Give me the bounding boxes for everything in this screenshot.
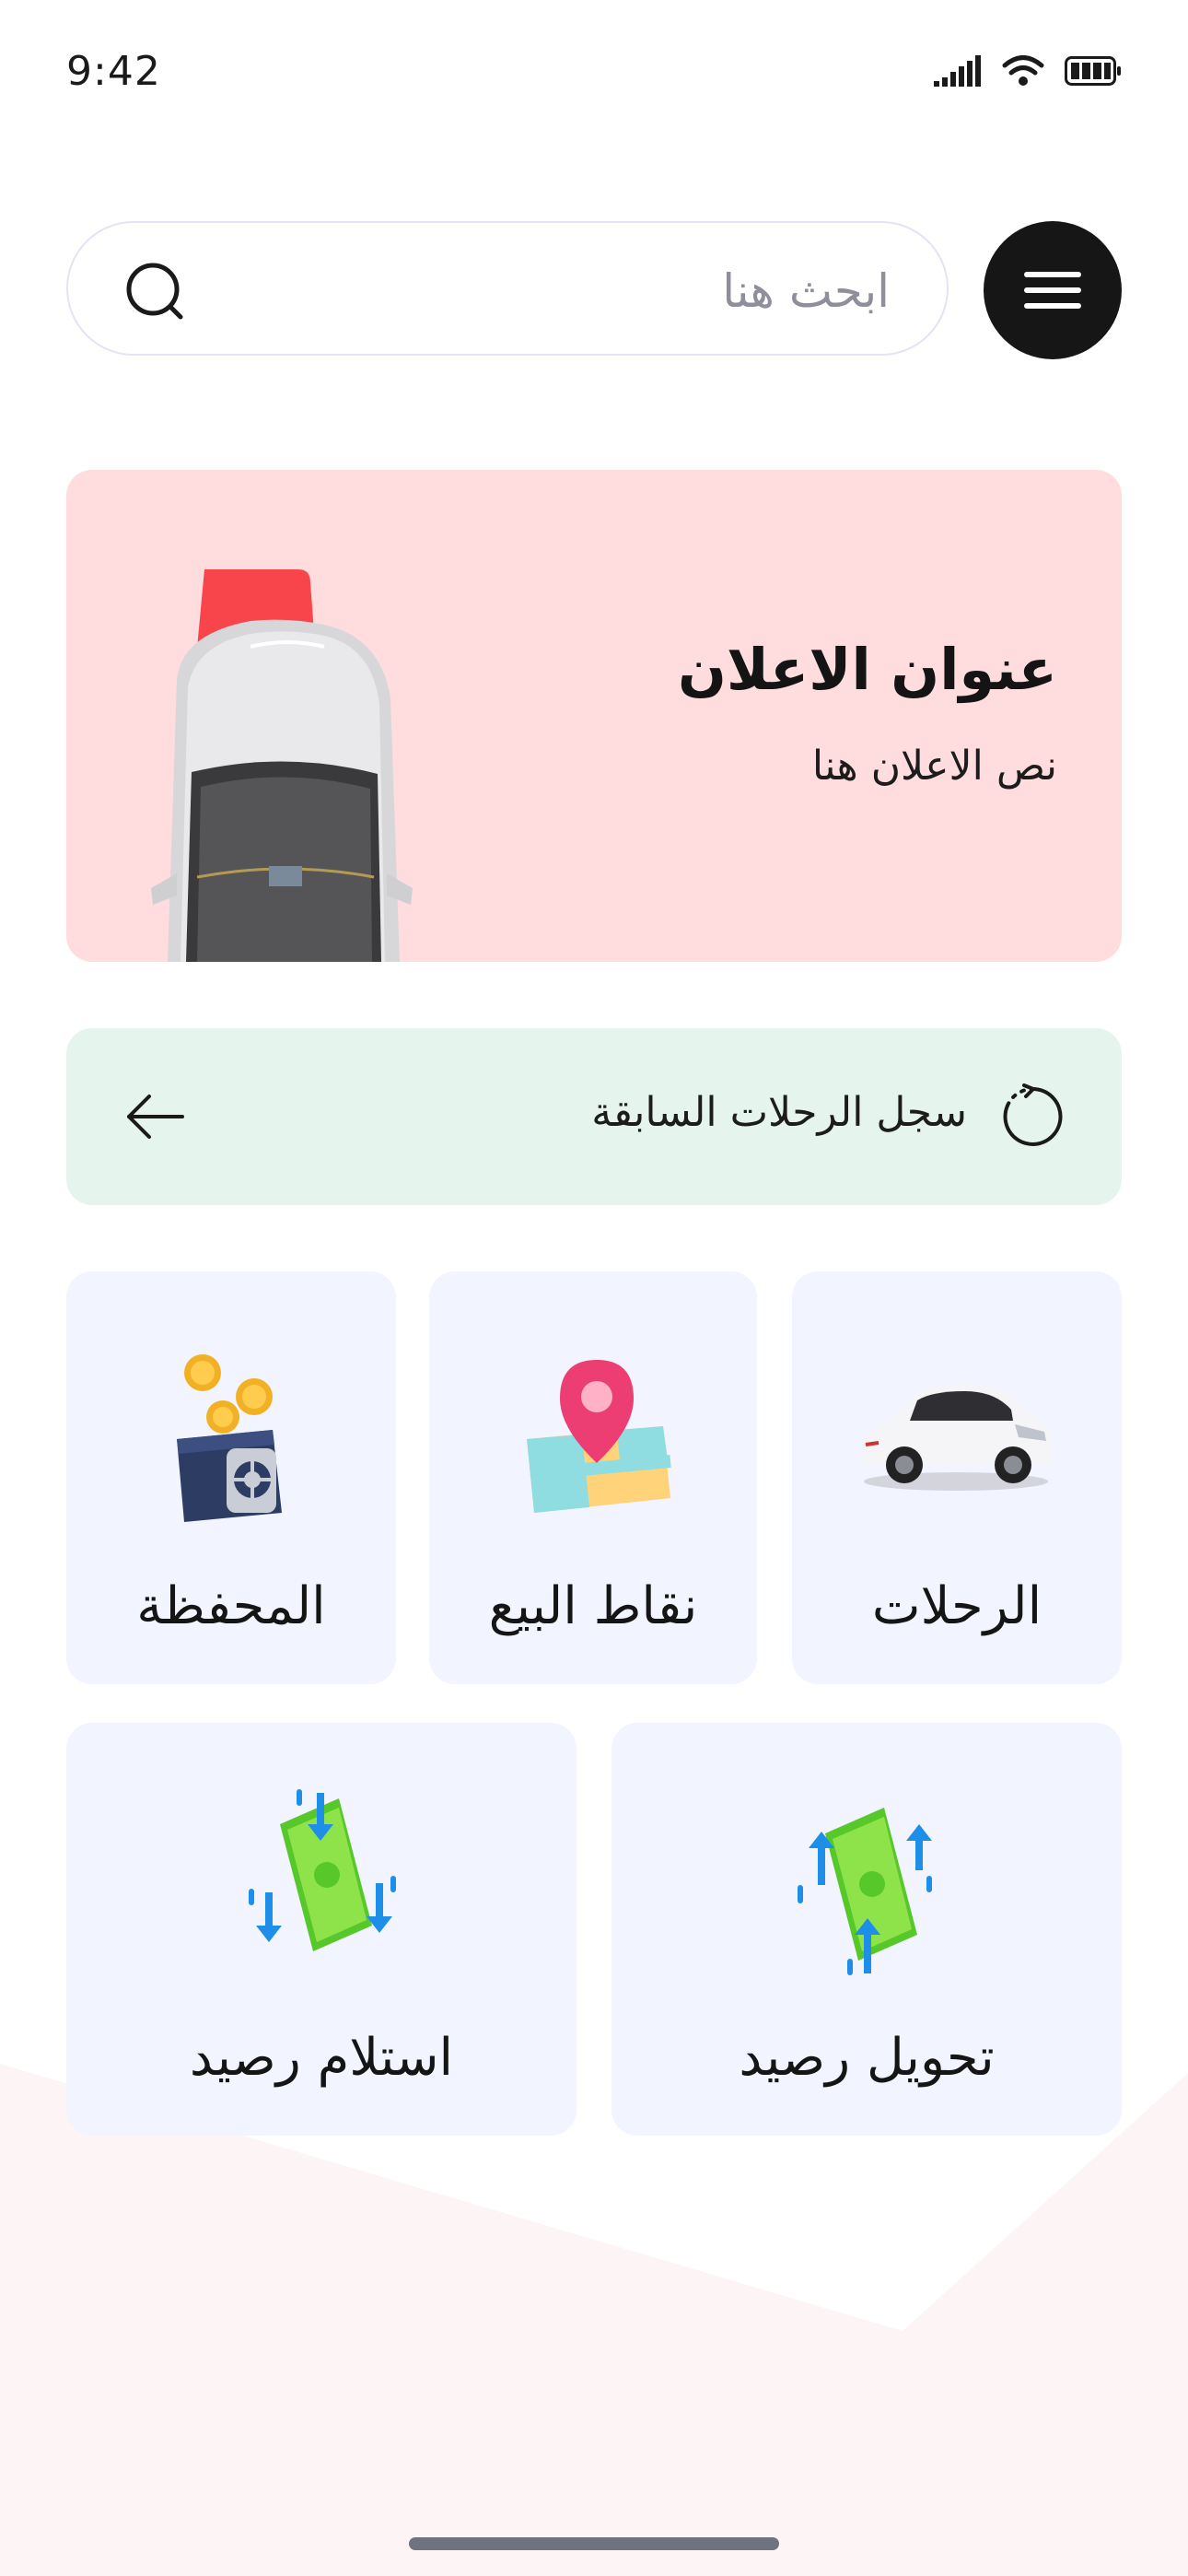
tile-balance-receive-label: استلام رصيد [189,2028,454,2088]
map-pin-icon [527,1360,671,1513]
trip-history-label: سجل الرحلات السابقة [591,1089,967,1136]
tile-balance-transfer[interactable]: تحويل رصيد [611,1723,1122,2136]
car-top-view-image [151,569,413,962]
tile-trips-label: الرحلات [871,1576,1042,1636]
wifi-icon [1002,55,1044,86]
tile-wallet-label: المحفظة [136,1576,326,1636]
money-transfer-icon [798,1808,932,1975]
battery-icon [1065,56,1121,86]
status-bar: 9:42 [0,0,1188,147]
tile-trips[interactable]: الرحلات [792,1271,1122,1684]
wallet-safe-icon [177,1354,282,1522]
tile-wallet[interactable]: المحفظة [66,1271,396,1684]
ad-banner[interactable]: عنوان الاعلان نص الاعلان هنا [66,470,1122,962]
trip-history-button[interactable]: سجل الرحلات السابقة [66,1028,1122,1205]
signal-icon [934,55,981,87]
search-box[interactable] [66,221,949,359]
arrow-left-icon [127,1095,184,1139]
car-icon [862,1384,1052,1491]
ad-text: نص الاعلان هنا [811,743,1057,790]
history-icon [1003,1083,1063,1146]
ad-title: عنوان الاعلان [677,636,1057,703]
tile-balance-receive[interactable]: استلام رصيد [66,1723,577,2136]
header [66,221,1122,359]
tile-balance-transfer-label: تحويل رصيد [739,2028,995,2088]
status-icons [934,55,1122,87]
hamburger-menu-icon [1024,272,1081,309]
tile-sale-points[interactable]: نقاط البيع [429,1271,757,1684]
home-indicator[interactable] [409,2537,779,2550]
search-input[interactable] [243,223,891,359]
menu-button[interactable] [984,221,1122,359]
tile-sale-points-label: نقاط البيع [488,1576,698,1636]
status-time: 9:42 [66,48,161,95]
search-icon[interactable] [123,260,188,324]
money-receive-icon [249,1789,396,1951]
